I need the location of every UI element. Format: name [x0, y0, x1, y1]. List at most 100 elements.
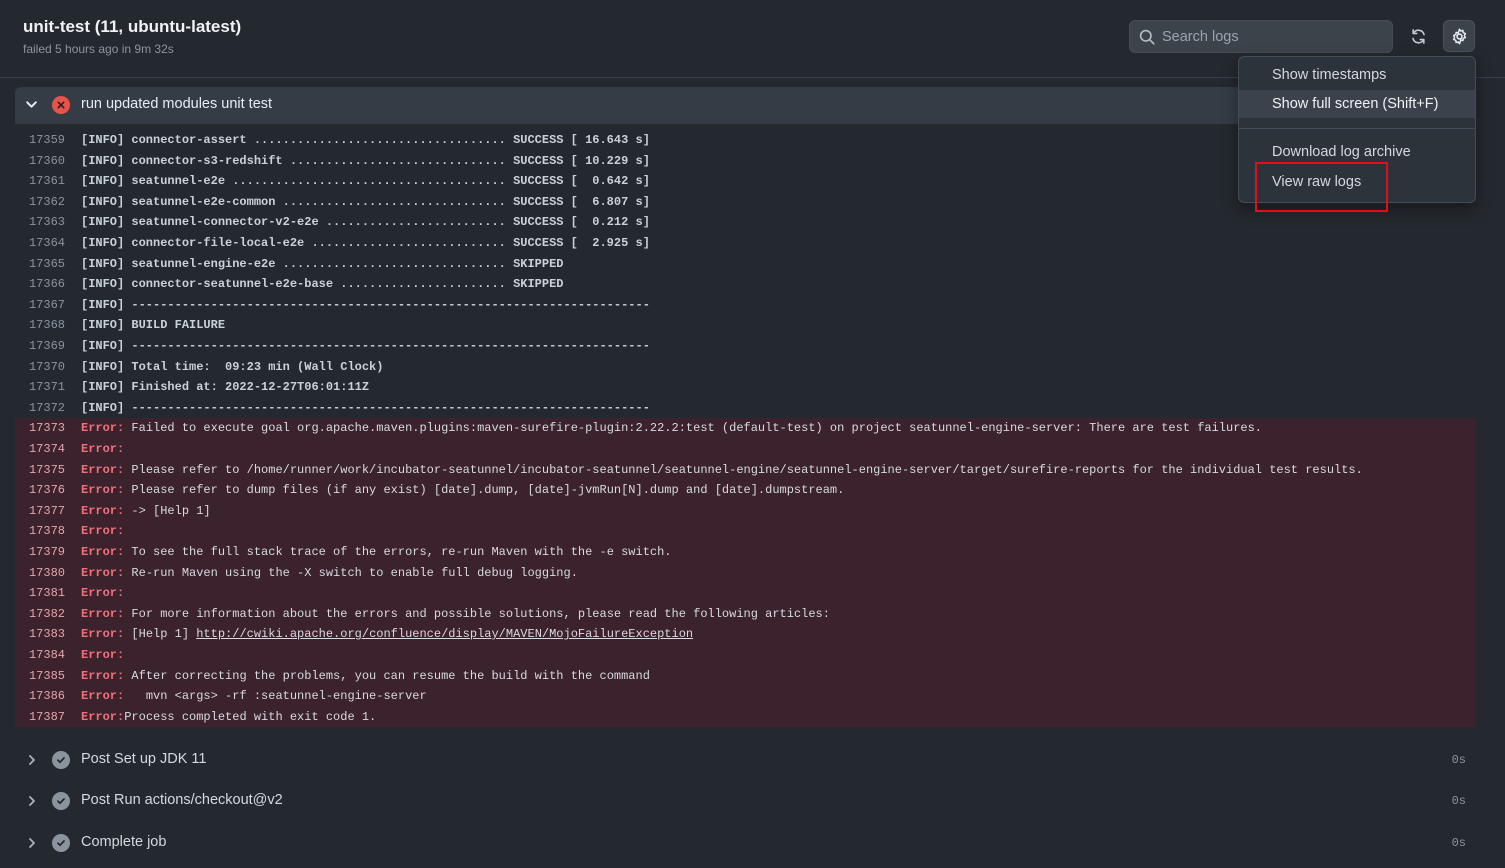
refresh-button[interactable] — [1402, 20, 1434, 52]
search-logs-box[interactable] — [1129, 20, 1393, 53]
error-label: Error: — [81, 668, 125, 683]
line-number: 17384 — [28, 648, 65, 662]
error-message: mvn <args> -rf :seatunnel-engine-server — [124, 689, 427, 704]
log-text: [INFO] seatunnel-connector-v2-e2e ......… — [81, 215, 650, 230]
error-label: Error: — [81, 565, 125, 580]
error-message: [Help 1] — [124, 627, 197, 642]
log-output: 17359 [INFO] connector-assert ...........… — [15, 124, 1476, 731]
error-label: Error: — [81, 709, 125, 724]
line-number: 17360 — [28, 153, 65, 168]
log-line: 17363 [INFO] seatunnel-connector-v2-e2e .… — [15, 212, 1476, 233]
error-label: Error: — [81, 524, 125, 539]
search-icon — [1139, 29, 1155, 45]
success-check-icon — [52, 751, 70, 769]
log-line-error: 17384 Error: — [15, 645, 1476, 666]
step-title: Post Set up JDK 11 — [81, 751, 207, 767]
step-title: Post Run actions/checkout@v2 — [81, 792, 283, 808]
job-status-subtitle: failed 5 hours ago in 9m 32s — [23, 42, 174, 56]
step-duration: 0s — [1451, 794, 1466, 808]
menu-item-show-timestamps[interactable]: Show timestamps — [1239, 61, 1475, 89]
log-link[interactable]: http://cwiki.apache.org/confluence/displ… — [196, 627, 693, 641]
log-line-error: 17381 Error: — [15, 583, 1476, 604]
log-line-error: 17373 Error: Failed to execute goal org.a… — [15, 418, 1476, 439]
log-line-error: 17378 Error: — [15, 521, 1476, 542]
log-text: [INFO] BUILD FAILURE — [81, 318, 226, 333]
log-text: [INFO] ---------------------------------… — [81, 400, 650, 415]
log-line-error: 17382 Error: For more information about t… — [15, 603, 1476, 625]
success-check-icon — [52, 792, 70, 810]
refresh-icon — [1411, 28, 1425, 44]
log-line-error: 17387 Error:Process completed with exit c… — [15, 706, 1476, 728]
log-text: [INFO] ---------------------------------… — [81, 339, 650, 353]
log-text: [INFO] seatunnel-engine-e2e ............… — [81, 256, 564, 271]
line-number: 17368 — [28, 318, 65, 333]
line-number: 17376 — [28, 483, 65, 498]
error-message: Re-run Maven using the -X switch to enab… — [124, 565, 578, 580]
log-text: [INFO] seatunnel-e2e ...................… — [81, 174, 650, 189]
line-number: 17386 — [28, 689, 65, 704]
step-duration: 0s — [1451, 753, 1466, 767]
error-message: -> [Help 1] — [124, 503, 211, 518]
log-line-error: 17385 Error: After correcting the problem… — [15, 665, 1476, 687]
job-title: unit-test (11, ubuntu-latest) — [23, 17, 242, 36]
chevron-right-icon — [29, 838, 35, 848]
line-number: 17374 — [28, 442, 65, 456]
menu-divider — [1239, 128, 1475, 129]
log-line-error: 17377 Error: -> [Help 1] — [15, 500, 1476, 522]
error-label: Error: — [81, 606, 125, 621]
line-number: 17372 — [28, 400, 65, 415]
line-number: 17363 — [28, 215, 65, 230]
log-line: 17364 [INFO] connector-file-local-e2e ...… — [15, 233, 1476, 254]
line-number: 17369 — [28, 339, 65, 353]
step-title: run updated modules unit test — [81, 96, 273, 112]
line-number: 17385 — [28, 668, 65, 683]
log-line-error: 17374 Error: — [15, 439, 1476, 460]
line-number: 17373 — [28, 421, 65, 436]
chevron-right-icon — [29, 796, 35, 806]
line-number: 17371 — [28, 380, 65, 395]
log-text: [INFO] Total time: 09:23 min (Wall Clock… — [81, 359, 384, 374]
menu-item-show-full-screen[interactable]: Show full screen (Shift+F) — [1239, 90, 1475, 118]
step-row[interactable]: Complete job 0s — [15, 824, 1476, 861]
error-message: Process completed with exit code 1. — [124, 709, 377, 724]
error-message: Failed to execute goal org.apache.maven.… — [124, 421, 1263, 436]
log-text: [INFO] Finished at: 2022-12-27T06:01:11Z — [81, 380, 370, 395]
line-number: 17367 — [28, 297, 65, 312]
chevron-right-icon — [29, 755, 35, 765]
log-text: [INFO] connector-s3-redshift ...........… — [81, 153, 650, 168]
step-row[interactable]: Post Set up JDK 11 0s — [15, 741, 1476, 778]
error-label: Error: — [81, 586, 125, 601]
search-logs-input[interactable] — [1162, 21, 1387, 52]
error-label: Error: — [81, 421, 125, 436]
log-text: [INFO] connector-assert ................… — [81, 133, 650, 147]
error-label: Error: — [81, 545, 125, 559]
step-duration: 0s — [1451, 836, 1466, 850]
line-number: 17361 — [28, 174, 65, 189]
log-line: 17369 [INFO] ----------------------------… — [15, 336, 1476, 357]
error-label: Error: — [81, 648, 125, 662]
error-message: For more information about the errors an… — [124, 606, 830, 621]
log-line: 17370 [INFO] Total time: 09:23 min (Wall … — [15, 357, 1476, 378]
line-number: 17375 — [28, 462, 65, 477]
error-label: Error: — [81, 503, 125, 518]
line-number: 17383 — [28, 627, 65, 642]
log-line-error: 17380 Error: Re-run Maven using the -X sw… — [15, 562, 1476, 584]
log-line: 17371 [INFO] Finished at: 2022-12-27T06:0… — [15, 377, 1476, 398]
log-line-error: 17386 Error: mvn <args> -rf :seatunnel-en… — [15, 686, 1476, 707]
line-number: 17381 — [28, 586, 65, 601]
log-text: [INFO] seatunnel-e2e-common ............… — [81, 194, 650, 209]
chevron-down-icon — [26, 101, 37, 108]
line-number: 17380 — [28, 565, 65, 580]
log-text: [INFO] connector-file-local-e2e ........… — [81, 236, 650, 250]
line-number: 17378 — [28, 524, 65, 539]
settings-button[interactable] — [1443, 20, 1475, 52]
gear-icon — [1452, 28, 1466, 44]
error-label: Error: — [81, 442, 125, 456]
highlight-annotation-box — [1255, 162, 1388, 212]
log-line-error: 17375 Error: Please refer to /home/runner… — [15, 459, 1476, 481]
log-text: [INFO] connector-seatunnel-e2e-base ....… — [81, 277, 564, 292]
error-label: Error: — [81, 689, 125, 704]
step-row[interactable]: Post Run actions/checkout@v2 0s — [15, 782, 1476, 819]
log-line-error: 17383 Error: [Help 1] http://cwiki.apache… — [15, 624, 1476, 645]
log-line-error: 17376 Error: Please refer to dump files (… — [15, 480, 1476, 501]
